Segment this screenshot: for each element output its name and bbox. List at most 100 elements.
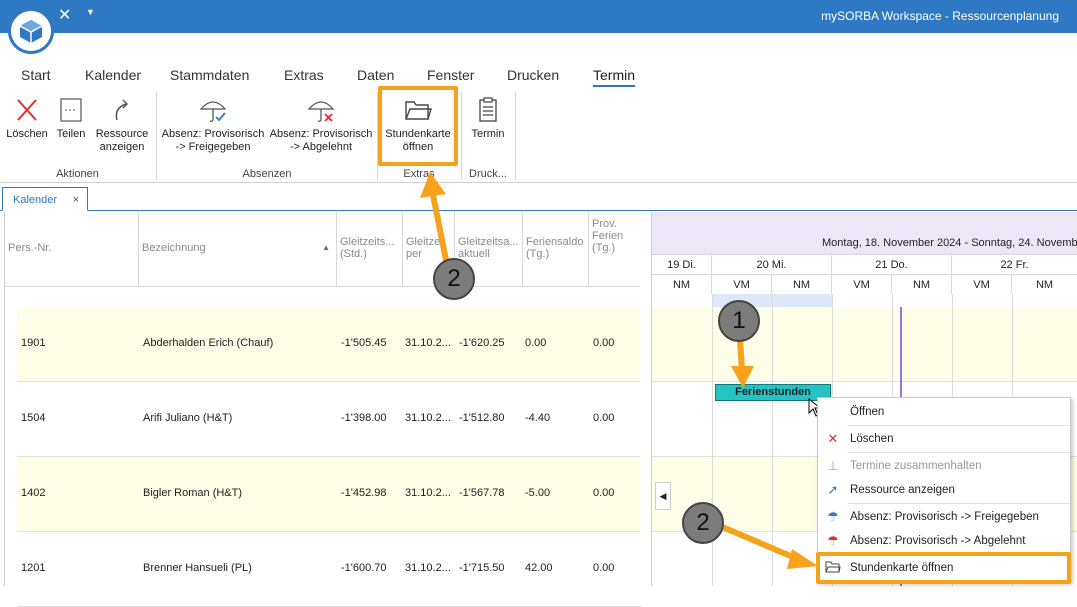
cell-gz-std: -1'505.45 [341, 337, 387, 349]
group-divider [515, 92, 516, 180]
col-header-feriensaldo[interactable]: Feriensaldo (Tg.) [523, 212, 589, 287]
ressource-label-2: anzeigen [99, 141, 145, 153]
absenz-freigegeben-button[interactable]: Absenz: Provisorisch -> Freigegeben [160, 96, 266, 154]
ctx-absenz-freigegeben[interactable]: ☂ Absenz: Provisorisch -> Freigegeben [818, 505, 1070, 529]
half-day-header: NM [1012, 274, 1077, 294]
menu-extras[interactable]: Extras [284, 67, 324, 83]
teilen-label: Teilen [56, 128, 86, 140]
group-druck: Druck... [469, 168, 507, 180]
half-day-header: NM [892, 274, 952, 294]
ctx-oeffnen[interactable]: Öffnen [818, 400, 1070, 424]
half-day-header: VM [952, 274, 1012, 294]
menu-stammdaten[interactable]: Stammdaten [170, 67, 249, 83]
cell-gz-std: -1'452.98 [341, 487, 387, 499]
group-divider [461, 92, 462, 180]
scroll-left-button[interactable]: ◀ [655, 482, 671, 510]
day-header[interactable]: 20 Mi. [712, 254, 832, 274]
loeschen-button[interactable]: Löschen [6, 96, 48, 141]
ctx-label: Termine zusammenhalten [850, 460, 982, 472]
cell-prov: 0.00 [593, 487, 615, 499]
cell-prov: 0.00 [593, 412, 615, 424]
ressource-label-1: Ressource [95, 128, 149, 140]
cell-name: Abderhalden Erich (Chauf) [143, 337, 274, 349]
absenz-abgelehnt-button[interactable]: Absenz: Provisorisch -> Abgelehnt [268, 96, 374, 154]
absenz-abg-label-1: Absenz: Provisorisch [269, 128, 373, 140]
col-label: Gleitzeitsa... [458, 236, 519, 248]
col-label: Feriensaldo [526, 236, 584, 248]
col-label: (Std.) [340, 248, 367, 260]
termin-label: Termin [471, 128, 505, 140]
ctx-label: Absenz: Provisorisch -> Freigegeben [850, 511, 1039, 523]
cell-persnr: 1901 [21, 337, 46, 349]
group-extras: Extras [403, 168, 435, 180]
highlight-ribbon-stundenkarte [378, 86, 458, 166]
cell-gz-std: -1'398.00 [341, 412, 387, 424]
ctx-absenz-abgelehnt[interactable]: ☂ Absenz: Provisorisch -> Abgelehnt [818, 529, 1070, 553]
day-header[interactable]: 22 Fr. [952, 254, 1077, 274]
cell-prov: 0.00 [593, 337, 615, 349]
cell-gz-per: 31.10.2... [405, 412, 451, 424]
cell-gz-per: 31.10.2... [405, 562, 451, 574]
menu-kalender[interactable]: Kalender [85, 67, 141, 83]
day-header[interactable]: 21 Do. [832, 254, 952, 274]
ribbon: Löschen Teilen Ressource anzeigen Aktion… [0, 88, 1077, 183]
menu-start[interactable]: Start [21, 67, 51, 83]
table-row[interactable]: 1901 Abderhalden Erich (Chauf) -1'505.45… [17, 307, 641, 382]
calendar-row[interactable] [652, 307, 1077, 382]
menu-divider [848, 452, 1070, 453]
teilen-button[interactable]: Teilen [52, 96, 90, 141]
table-row[interactable]: 1504 Arifi Juliano (H&T) -1'398.00 31.10… [17, 382, 641, 457]
col-header-prov-ferien[interactable]: Prov. Ferien (Tg.) [589, 212, 641, 287]
menu-bar: Start Kalender Stammdaten Extras Daten F… [0, 60, 1077, 88]
redirect-arrow-icon: ➚ [827, 482, 839, 497]
group-absenzen: Absenzen [242, 168, 292, 180]
chevron-down-icon[interactable]: ▼ [86, 7, 95, 17]
day-header[interactable]: 19 Di. [652, 254, 712, 274]
table-row[interactable]: 1402 Bigler Roman (H&T) -1'452.98 31.10.… [17, 457, 641, 532]
table-row[interactable]: 1201 Brenner Hansueli (PL) -1'600.70 31.… [17, 532, 641, 607]
col-header-persnr[interactable]: Pers.-Nr. [5, 212, 139, 287]
col-label: Prov. [592, 218, 617, 230]
step-badge: 2 [433, 258, 475, 300]
col-header-bezeichnung[interactable]: Bezeichnung ▲ [139, 212, 337, 287]
delete-x-icon: ✕ [827, 431, 839, 446]
document-tabstrip: Kalender × [0, 185, 1077, 211]
col-label: aktuell [458, 248, 490, 260]
app-logo-icon[interactable] [8, 8, 54, 54]
col-header-gleitzeit-std[interactable]: Gleitzeits... (Std.) [337, 212, 403, 287]
absenz-frei-label-1: Absenz: Provisorisch [161, 128, 265, 140]
ctx-label: Löschen [850, 433, 894, 445]
umbrella-check-icon: ☂ [827, 509, 839, 524]
delete-x-icon [17, 99, 37, 121]
menu-drucken[interactable]: Drucken [507, 67, 559, 83]
step-badge: 1 [718, 300, 760, 342]
menu-termin[interactable]: Termin [593, 67, 636, 87]
ctx-ressource-anzeigen[interactable]: ➚ Ressource anzeigen [818, 478, 1070, 502]
close-icon[interactable]: × [73, 194, 79, 206]
ressource-anzeigen-button[interactable]: Ressource anzeigen [93, 96, 151, 154]
cell-gz-akt: -1'512.80 [459, 412, 505, 424]
col-label: (Tg.) [526, 248, 550, 260]
half-day-header: VM [832, 274, 892, 294]
cell-gz-akt: -1'715.50 [459, 562, 505, 574]
cell-gz-per: 31.10.2... [405, 337, 451, 349]
calendar-header-band [652, 212, 1077, 230]
menu-fenster[interactable]: Fenster [427, 67, 474, 83]
col-label: per [406, 248, 422, 260]
cell-persnr: 1402 [21, 487, 46, 499]
calendar-date-range: Montag, 18. November 2024 - Sonntag, 24.… [652, 230, 1077, 254]
close-icon[interactable]: ✕ [58, 5, 71, 25]
col-label: (Tg.) [592, 242, 616, 254]
ctx-loeschen[interactable]: ✕ Löschen [818, 427, 1070, 451]
pane-splitter[interactable] [640, 212, 651, 586]
grid-line [712, 294, 713, 586]
menu-daten[interactable]: Daten [357, 67, 394, 83]
col-bezeichnung-label: Bezeichnung [142, 242, 206, 254]
absenz-abg-label-2: -> Abgelehnt [289, 141, 353, 153]
cell-ferien: -5.00 [525, 487, 551, 499]
umbrella-check-icon [199, 101, 227, 122]
tab-kalender[interactable]: Kalender × [2, 187, 88, 211]
cell-gz-akt: -1'567.78 [459, 487, 505, 499]
termin-button[interactable]: Termin [466, 96, 510, 141]
umbrella-x-icon [307, 101, 335, 122]
